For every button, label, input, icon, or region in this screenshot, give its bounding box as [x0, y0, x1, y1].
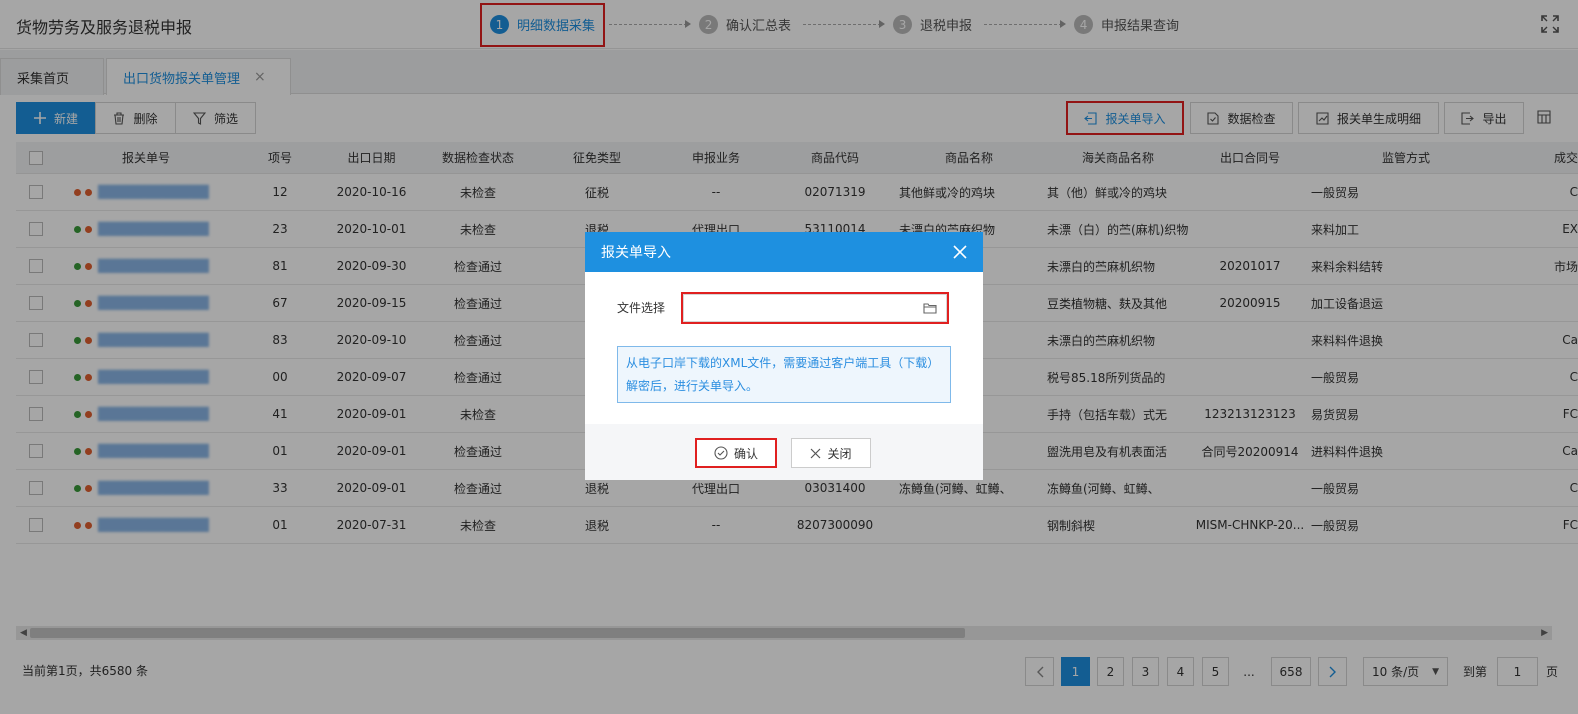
close-button[interactable]: 关闭 — [791, 438, 871, 468]
import-dialog: 报关单导入 文件选择 从电子口岸下载的XML文件，需要通过客户端工具（下载）解密… — [585, 232, 983, 480]
dialog-title: 报关单导入 — [601, 245, 671, 261]
folder-icon[interactable] — [923, 302, 937, 314]
file-input[interactable] — [683, 294, 947, 322]
check-circle-icon — [714, 446, 728, 460]
file-select-label: 文件选择 — [617, 301, 666, 315]
confirm-button[interactable]: 确认 — [695, 438, 777, 468]
close-label: 关闭 — [827, 446, 852, 461]
info-notice: 从电子口岸下载的XML文件，需要通过客户端工具（下载）解密后，进行关单导入。 — [617, 346, 951, 403]
dialog-header: 报关单导入 — [585, 232, 983, 272]
close-icon[interactable] — [953, 245, 967, 259]
dialog-footer — [585, 424, 983, 480]
confirm-label: 确认 — [733, 446, 758, 461]
close-icon — [811, 448, 821, 458]
file-input-wrapper — [681, 292, 949, 324]
